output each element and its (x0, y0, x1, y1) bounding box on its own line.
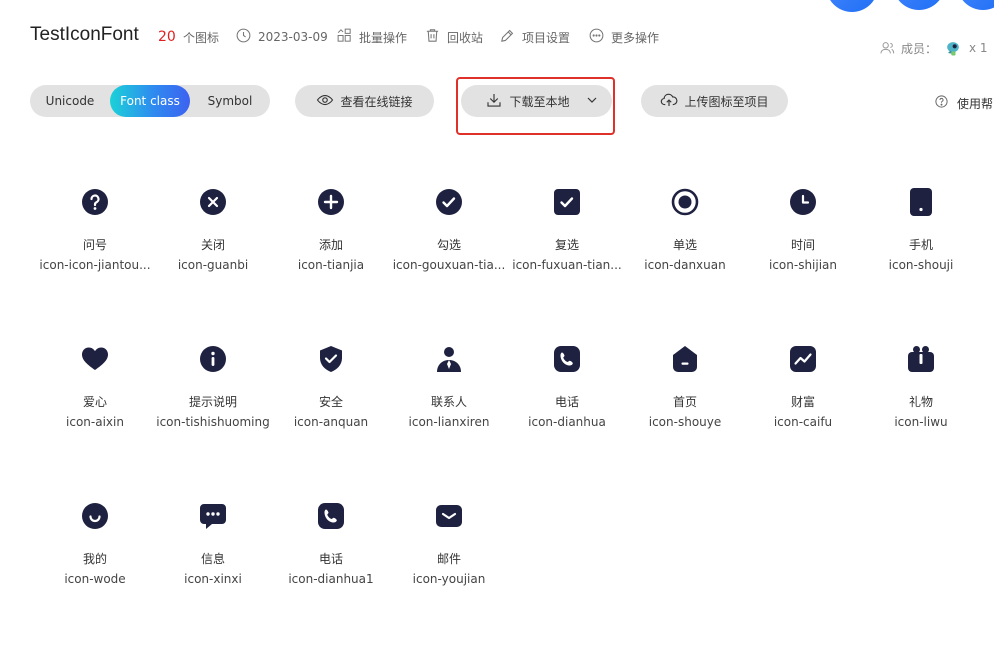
icon-class: icon-anquan (293, 415, 369, 429)
icon-class: icon-tianjia (297, 258, 365, 272)
icon-card[interactable]: 单选 icon-danxuan (626, 188, 744, 328)
icon-name: 安全 (318, 395, 343, 409)
icon-class: icon-caifu (773, 415, 833, 429)
icon-class: icon-tishishuoming (156, 415, 270, 429)
icon-name: 财富 (790, 395, 815, 409)
gift-icon (907, 345, 935, 373)
icon-card[interactable]: 手机 icon-shouji (862, 188, 980, 328)
icon-class: icon-dianhua (528, 415, 606, 429)
info-icon (199, 345, 227, 373)
icon-class: icon-youjian (412, 572, 486, 586)
icon-name: 爱心 (82, 395, 107, 409)
icon-card[interactable]: 安全 icon-anquan (272, 345, 390, 485)
plus-circle-icon (317, 188, 345, 216)
icon-card[interactable]: 勾选 icon-gouxuan-tia... (390, 188, 508, 328)
icon-class: icon-lianxiren (408, 415, 490, 429)
heart-icon (81, 345, 109, 373)
icon-name: 礼物 (908, 395, 933, 409)
telephone-alt-icon (317, 502, 345, 530)
phone-device-icon (907, 188, 935, 216)
icon-card[interactable]: 添加 icon-tianjia (272, 188, 390, 328)
icon-card[interactable]: 首页 icon-shouye (626, 345, 744, 485)
check-circle-icon (435, 188, 463, 216)
smile-user-icon (81, 502, 109, 530)
icon-class: icon-gouxuan-tia... (392, 258, 506, 272)
icon-card[interactable]: 复选 icon-fuxuan-tian... (508, 188, 626, 328)
checkbox-icon (553, 188, 581, 216)
icon-name: 电话 (318, 552, 343, 566)
icon-class: icon-shouye (648, 415, 722, 429)
icon-name: 联系人 (430, 395, 467, 409)
icon-name: 关闭 (200, 238, 225, 252)
home-icon (671, 345, 699, 373)
icon-card[interactable]: 电话 icon-dianhua (508, 345, 626, 485)
icon-card[interactable]: 问号 icon-icon-jiantou... (36, 188, 154, 328)
icon-name: 我的 (82, 552, 107, 566)
icon-card[interactable]: 礼物 icon-liwu (862, 345, 980, 485)
telephone-icon (553, 345, 581, 373)
icon-card[interactable]: 时间 icon-shijian (744, 188, 862, 328)
icon-class: icon-shouji (888, 258, 954, 272)
icon-class: icon-shijian (768, 258, 838, 272)
mail-icon (435, 502, 463, 530)
icon-name: 邮件 (436, 552, 461, 566)
icon-name: 手机 (908, 238, 933, 252)
shield-check-icon (317, 345, 345, 373)
question-icon (81, 188, 109, 216)
icon-card[interactable]: 财富 icon-caifu (744, 345, 862, 485)
clock-icon (789, 188, 817, 216)
icon-name: 电话 (554, 395, 579, 409)
icon-grid: 问号 icon-icon-jiantou... 关闭 icon-guanbi 添… (0, 0, 994, 666)
radio-icon (671, 188, 699, 216)
icon-class: icon-xinxi (184, 572, 242, 586)
icon-class: icon-aixin (66, 415, 124, 429)
icon-card[interactable]: 信息 icon-xinxi (154, 502, 272, 642)
icon-name: 单选 (672, 238, 697, 252)
icon-card[interactable]: 联系人 icon-lianxiren (390, 345, 508, 485)
icon-card[interactable]: 关闭 icon-guanbi (154, 188, 272, 328)
icon-class: icon-dianhua1 (288, 572, 374, 586)
icon-name: 提示说明 (188, 395, 237, 409)
contact-person-icon (435, 345, 463, 373)
icon-card[interactable]: 电话 icon-dianhua1 (272, 502, 390, 642)
icon-class: icon-guanbi (177, 258, 249, 272)
icon-name: 时间 (790, 238, 815, 252)
icon-name: 勾选 (436, 238, 461, 252)
icon-card[interactable]: 提示说明 icon-tishishuoming (154, 345, 272, 485)
icon-class: icon-wode (64, 572, 126, 586)
icon-class: icon-fuxuan-tian... (512, 258, 622, 272)
close-circle-icon (199, 188, 227, 216)
wealth-chart-icon (789, 345, 817, 373)
icon-class: icon-danxuan (644, 258, 726, 272)
icon-name: 添加 (318, 238, 343, 252)
icon-class: icon-liwu (894, 415, 948, 429)
icon-card[interactable]: 邮件 icon-youjian (390, 502, 508, 642)
icon-name: 信息 (200, 552, 225, 566)
icon-name: 问号 (82, 238, 107, 252)
icon-class: icon-icon-jiantou... (39, 258, 151, 272)
icon-card[interactable]: 爱心 icon-aixin (36, 345, 154, 485)
icon-name: 首页 (672, 395, 697, 409)
icon-name: 复选 (554, 238, 579, 252)
message-icon (199, 502, 227, 530)
icon-card[interactable]: 我的 icon-wode (36, 502, 154, 642)
